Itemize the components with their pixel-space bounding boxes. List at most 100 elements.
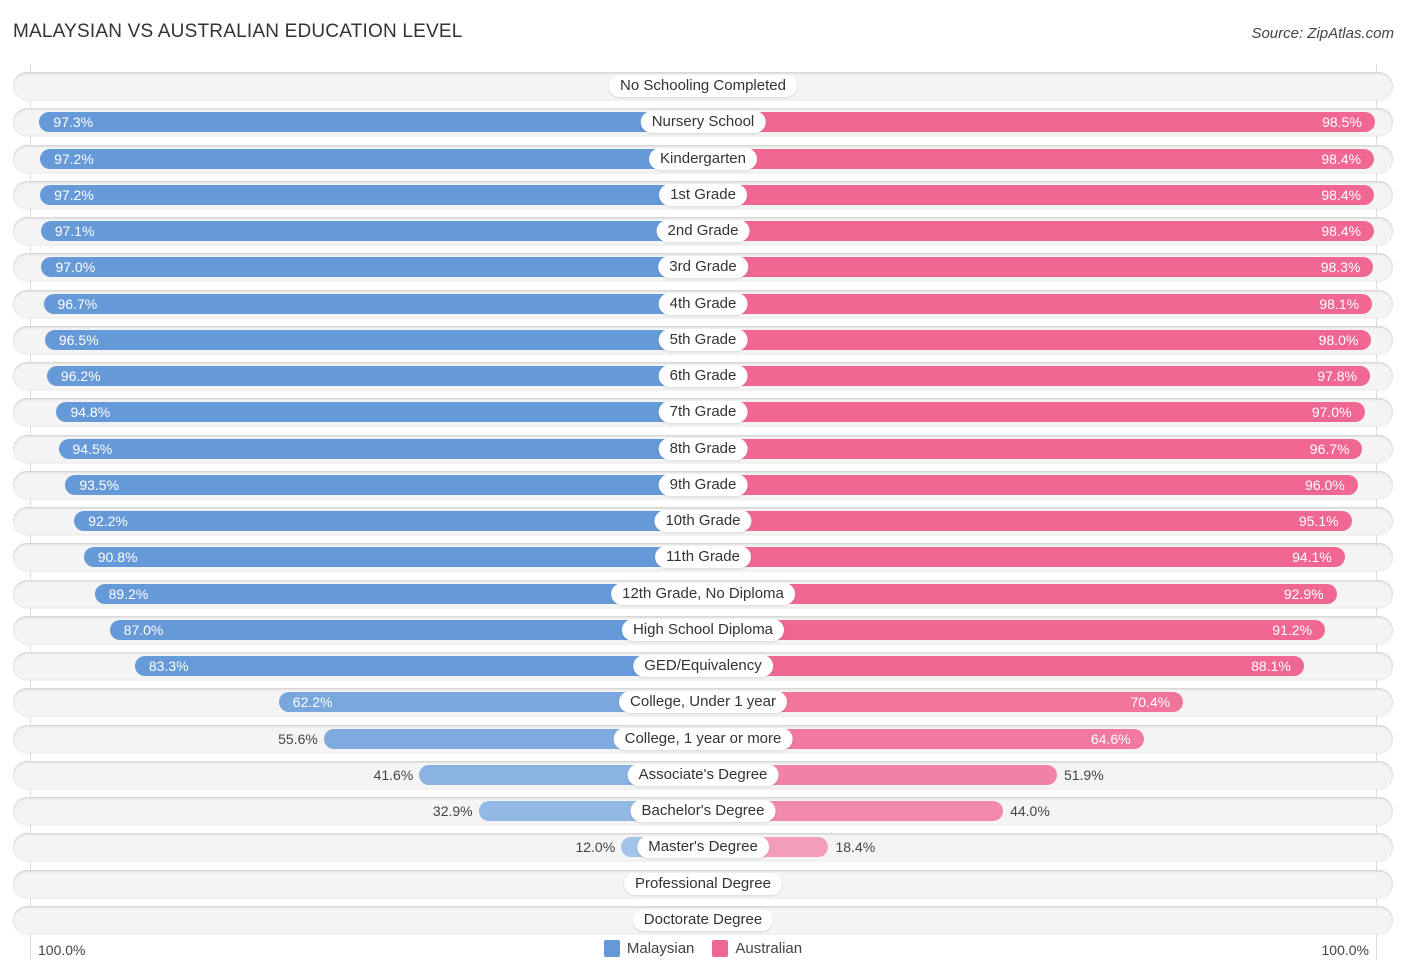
category-label-1st-grade: 1st Grade xyxy=(659,183,747,206)
value-label-malaysian: 87.0% xyxy=(123,621,164,638)
bar-australian-nursery-school xyxy=(703,112,1375,133)
category-label-5th-grade: 5th Grade xyxy=(658,328,748,351)
value-label-australian: 98.3% xyxy=(1320,259,1361,276)
legend-item-australian[interactable]: Australian xyxy=(712,940,802,957)
bar-malaysian-8th-grade xyxy=(58,438,703,459)
value-label-malaysian: 97.3% xyxy=(53,114,94,131)
value-label-australian: 44.0% xyxy=(1010,803,1050,820)
bar-australian-12th-grade-no-diploma xyxy=(703,583,1337,604)
chart-area: 2.8%1.6%No Schooling Completed97.3%98.5%… xyxy=(0,0,1406,975)
bar-malaysian-nursery-school xyxy=(39,112,703,133)
category-label-no-schooling-completed: No Schooling Completed xyxy=(609,75,797,97)
value-label-australian: 98.5% xyxy=(1322,114,1362,131)
legend-swatch-australian xyxy=(712,940,729,957)
bar-malaysian-4th-grade xyxy=(43,293,703,314)
bar-australian-7th-grade xyxy=(703,402,1365,423)
value-label-malaysian: 92.2% xyxy=(88,513,128,530)
category-label-kindergarten: Kindergarten xyxy=(649,147,757,170)
category-label-associate-s-degree: Associate's Degree xyxy=(627,763,779,786)
category-label-12th-grade-no-diploma: 12th Grade, No Diploma xyxy=(611,582,795,605)
value-label-australian: 97.0% xyxy=(1311,404,1352,421)
value-label-malaysian: 97.2% xyxy=(54,150,94,167)
bar-australian-11th-grade xyxy=(703,547,1345,568)
bar-malaysian-10th-grade xyxy=(74,511,703,532)
bar-malaysian-6th-grade xyxy=(46,366,703,387)
category-label-professional-degree: Professional Degree xyxy=(624,872,782,895)
category-label-doctorate-degree: Doctorate Degree xyxy=(632,908,774,931)
value-label-malaysian: 96.7% xyxy=(57,295,98,312)
category-label-2nd-grade: 2nd Grade xyxy=(656,220,750,243)
legend: Malaysian Australian xyxy=(0,940,1406,957)
bar-australian-9th-grade xyxy=(703,474,1358,495)
value-label-malaysian: 97.2% xyxy=(54,186,94,203)
bar-australian-5th-grade xyxy=(703,329,1372,350)
value-label-australian: 70.4% xyxy=(1130,694,1171,711)
category-label-high-school-diploma: High School Diploma xyxy=(621,618,785,641)
value-label-australian: 98.4% xyxy=(1321,186,1362,203)
bar-australian-8th-grade xyxy=(703,438,1363,459)
value-label-australian: 88.1% xyxy=(1251,658,1291,675)
value-label-australian: 98.1% xyxy=(1319,295,1360,312)
value-label-malaysian: 89.2% xyxy=(108,585,149,602)
value-label-australian: 64.6% xyxy=(1090,730,1131,747)
legend-swatch-malaysian xyxy=(603,940,620,957)
value-label-malaysian: 96.2% xyxy=(60,368,101,385)
category-label-4th-grade: 4th Grade xyxy=(658,292,748,315)
legend-label-australian: Australian xyxy=(735,940,803,957)
value-label-australian: 98.0% xyxy=(1318,331,1359,348)
category-label-10th-grade: 10th Grade xyxy=(654,510,752,533)
value-label-malaysian: 83.3% xyxy=(148,658,189,675)
bar-australian-10th-grade xyxy=(703,511,1352,532)
bar-malaysian-2nd-grade xyxy=(40,221,703,242)
value-label-australian: 92.9% xyxy=(1283,585,1324,602)
value-label-malaysian: 41.6% xyxy=(373,766,414,783)
bar-malaysian-high-school-diploma xyxy=(109,619,703,640)
value-label-malaysian: 94.8% xyxy=(70,404,111,421)
value-label-australian: 94.1% xyxy=(1292,549,1332,566)
value-label-australian: 51.9% xyxy=(1063,766,1104,783)
category-label-college-1-year-or-more: College, 1 year or more xyxy=(613,727,793,750)
bar-malaysian-kindergarten xyxy=(40,148,703,169)
bar-australian-ged-equivalency xyxy=(703,656,1304,677)
value-label-australian: 96.7% xyxy=(1309,440,1350,457)
value-label-malaysian: 90.8% xyxy=(97,549,138,566)
bar-australian-3rd-grade xyxy=(703,257,1374,278)
bar-australian-kindergarten xyxy=(703,148,1375,169)
category-label-11th-grade: 11th Grade xyxy=(655,546,751,569)
bar-malaysian-11th-grade xyxy=(83,547,703,568)
bar-australian-4th-grade xyxy=(703,293,1373,314)
value-label-malaysian: 97.1% xyxy=(54,223,95,240)
category-label-college-under-1-year: College, Under 1 year xyxy=(619,691,787,714)
bar-malaysian-7th-grade xyxy=(56,402,703,423)
value-label-australian: 96.0% xyxy=(1305,476,1345,493)
value-label-malaysian: 12.0% xyxy=(575,839,616,856)
value-label-malaysian: 55.6% xyxy=(278,730,318,747)
value-label-malaysian: 62.2% xyxy=(292,694,333,711)
value-label-australian: 18.4% xyxy=(835,839,876,856)
category-label-8th-grade: 8th Grade xyxy=(658,437,748,460)
bar-malaysian-3rd-grade xyxy=(41,257,703,278)
value-label-malaysian: 32.9% xyxy=(432,803,473,820)
category-label-master-s-degree: Master's Degree xyxy=(637,836,769,859)
value-label-australian: 98.4% xyxy=(1321,150,1362,167)
bar-australian-2nd-grade xyxy=(703,221,1375,242)
bar-australian-6th-grade xyxy=(703,366,1370,387)
category-label-bachelor-s-degree: Bachelor's Degree xyxy=(630,800,776,823)
category-label-nursery-school: Nursery School xyxy=(640,111,766,134)
category-label-3rd-grade: 3rd Grade xyxy=(658,256,748,279)
bar-malaysian-5th-grade xyxy=(44,329,703,350)
bar-malaysian-1st-grade xyxy=(40,184,703,205)
bar-australian-high-school-diploma xyxy=(703,619,1325,640)
value-label-malaysian: 97.0% xyxy=(55,259,96,276)
category-label-9th-grade: 9th Grade xyxy=(658,473,748,496)
category-label-ged-equivalency: GED/Equivalency xyxy=(633,655,773,678)
legend-item-malaysian[interactable]: Malaysian xyxy=(603,940,695,957)
bar-malaysian-ged-equivalency xyxy=(134,656,703,677)
category-label-7th-grade: 7th Grade xyxy=(658,401,748,424)
value-label-malaysian: 93.5% xyxy=(79,476,120,493)
bar-malaysian-9th-grade xyxy=(65,474,703,495)
value-label-malaysian: 94.5% xyxy=(72,440,113,457)
legend-label-malaysian: Malaysian xyxy=(626,940,695,957)
value-label-australian: 91.2% xyxy=(1272,621,1312,638)
value-label-australian: 97.8% xyxy=(1317,368,1357,385)
